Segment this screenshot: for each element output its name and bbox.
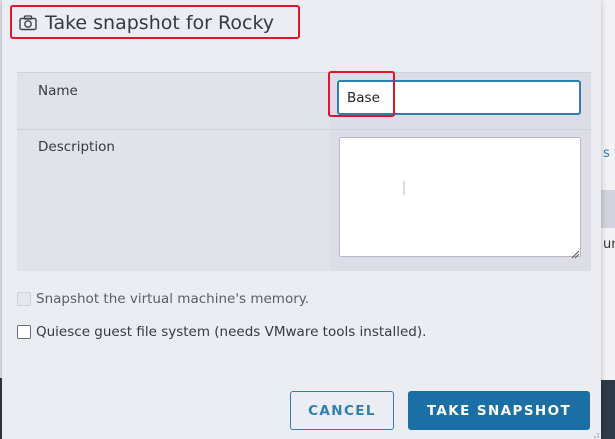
memory-option: Snapshot the virtual machine's memory. xyxy=(17,289,309,309)
quiesce-option: Quiesce guest file system (needs VMware … xyxy=(17,322,426,342)
dialog-title: Take snapshot for Rocky xyxy=(45,12,275,34)
cancel-button[interactable]: CANCEL xyxy=(290,391,394,430)
text-cursor-icon xyxy=(402,180,406,195)
snapshot-form: Name Description xyxy=(17,71,591,271)
description-row: Description xyxy=(17,130,591,271)
memory-checkbox xyxy=(17,292,31,306)
label-column xyxy=(17,73,329,129)
background-text-fragment: s v xyxy=(603,146,615,161)
resize-handle-icon[interactable] xyxy=(570,244,580,259)
take-snapshot-button[interactable]: TAKE SNAPSHOT xyxy=(408,391,590,430)
description-label: Description xyxy=(38,139,115,155)
name-input[interactable] xyxy=(337,80,581,115)
name-label: Name xyxy=(38,83,78,99)
background-dark-band xyxy=(601,380,615,439)
camera-icon xyxy=(19,15,37,31)
quiesce-checkbox-label[interactable]: Quiesce guest file system (needs VMware … xyxy=(36,324,426,340)
quiesce-checkbox[interactable] xyxy=(17,325,31,339)
memory-checkbox-label: Snapshot the virtual machine's memory. xyxy=(36,291,310,307)
background-band xyxy=(601,190,615,228)
dialog-resize-grip-icon[interactable] xyxy=(590,427,600,438)
background-text-fragment: ur xyxy=(603,237,615,252)
name-row: Name xyxy=(17,71,591,130)
description-textarea[interactable] xyxy=(339,137,581,257)
snapshot-dialog: Take snapshot for Rocky Name Description xyxy=(2,0,601,439)
dialog-header: Take snapshot for Rocky xyxy=(10,5,300,39)
